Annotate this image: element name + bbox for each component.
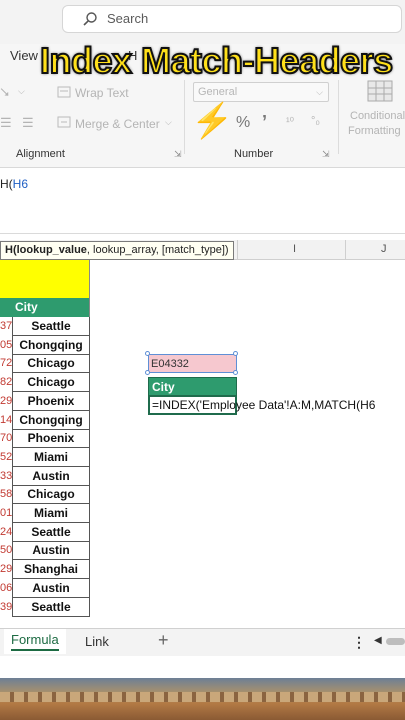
column-divider: [237, 240, 238, 260]
indent-increase-icon[interactable]: ☰: [22, 115, 34, 131]
merge-center-button[interactable]: Merge & Center: [75, 117, 160, 131]
conditional-formatting-icon: [367, 80, 393, 102]
formula-bar[interactable]: [0, 168, 405, 234]
city-cell[interactable]: Miami: [12, 504, 90, 523]
employee-id-cell[interactable]: 70: [0, 429, 12, 448]
id-column-header[interactable]: [0, 298, 12, 317]
selection-handle[interactable]: [233, 370, 238, 375]
decrease-decimal-button[interactable]: °₀: [311, 115, 320, 127]
city-cell[interactable]: Chicago: [12, 354, 90, 373]
orientation-icon[interactable]: ⭨: [0, 84, 9, 101]
employee-id-cell[interactable]: 05: [0, 336, 12, 355]
function-tooltip: H(lookup_value, lookup_array, [match_typ…: [0, 241, 234, 260]
employee-id-cell[interactable]: 24: [0, 523, 12, 542]
highlight-cell-block[interactable]: [0, 260, 90, 298]
employee-id-cell[interactable]: 58: [0, 485, 12, 504]
employee-id-cell[interactable]: 01: [0, 504, 12, 523]
tab-view[interactable]: View: [10, 48, 38, 63]
merge-chevron-icon[interactable]: ⌵: [165, 117, 172, 128]
column-header-i[interactable]: I: [293, 243, 296, 255]
comma-button[interactable]: ’: [262, 112, 267, 133]
employee-id-cell[interactable]: 29: [0, 392, 12, 411]
selection-handle[interactable]: [145, 351, 150, 356]
horizontal-scrollbar[interactable]: [386, 638, 405, 645]
city-cell[interactable]: Chicago: [12, 373, 90, 392]
column-header-j[interactable]: J: [381, 243, 387, 255]
city-cell[interactable]: Austin: [12, 467, 90, 486]
city-cell[interactable]: Austin: [12, 541, 90, 560]
employee-id-cell[interactable]: 52: [0, 448, 12, 467]
employee-id-cell[interactable]: 14: [0, 411, 12, 430]
lightning-icon: ⚡: [191, 102, 234, 140]
number-group-label: Number: [234, 148, 274, 160]
city-cell[interactable]: Chongqing: [12, 411, 90, 430]
merge-icon: [57, 116, 71, 128]
employee-id-cell[interactable]: 29: [0, 560, 12, 579]
alignment-launcher-icon[interactable]: ⇲: [174, 149, 182, 160]
number-launcher-icon[interactable]: ⇲: [322, 149, 330, 160]
selection-handle[interactable]: [145, 370, 150, 375]
search-icon: [83, 12, 97, 26]
city-cell[interactable]: Phoenix: [12, 429, 90, 448]
city-cell[interactable]: Phoenix: [12, 392, 90, 411]
sheet-tab-formula[interactable]: Formula: [4, 629, 66, 654]
scroll-left-icon[interactable]: ◀: [374, 635, 382, 646]
employee-id-cell[interactable]: 39: [0, 598, 12, 617]
sheet-tab-link[interactable]: Link: [85, 634, 109, 649]
number-format-select[interactable]: General ⌵: [193, 82, 329, 102]
add-sheet-button[interactable]: +: [158, 630, 169, 651]
city-cell[interactable]: Chicago: [12, 485, 90, 504]
employee-id-cell[interactable]: 82: [0, 373, 12, 392]
formula-bar-text[interactable]: H(H6: [0, 177, 28, 191]
city-cell[interactable]: Miami: [12, 448, 90, 467]
status-area: [0, 656, 405, 678]
chevron-down-icon[interactable]: ⌵: [18, 86, 25, 97]
conditional-formatting-button-line2[interactable]: Formatting: [348, 125, 401, 137]
group-divider: [184, 80, 185, 154]
group-divider: [338, 80, 339, 154]
alignment-group-label: Alignment: [16, 148, 65, 160]
increase-decimal-button[interactable]: ¹⁰: [286, 115, 294, 128]
city-cell[interactable]: Chongqing: [12, 336, 90, 355]
employee-id-cell[interactable]: 50: [0, 541, 12, 560]
wrap-text-button[interactable]: Wrap Text: [75, 86, 129, 100]
city-cell[interactable]: Austin: [12, 579, 90, 598]
percent-button[interactable]: %: [236, 114, 250, 132]
selection-handle[interactable]: [233, 351, 238, 356]
city-cell[interactable]: Seattle: [12, 598, 90, 617]
lookup-value-cell[interactable]: E04332: [148, 354, 237, 373]
more-options-icon[interactable]: ⋮: [352, 634, 366, 651]
employee-id-cell[interactable]: 72: [0, 354, 12, 373]
background-photo: [0, 678, 405, 720]
city-cell[interactable]: Shanghai: [12, 560, 90, 579]
in-cell-formula[interactable]: =INDEX('Employee Data'!A:M,MATCH(H6: [152, 398, 375, 412]
wrap-text-icon: [57, 86, 71, 98]
conditional-formatting-button[interactable]: Conditional: [350, 110, 405, 122]
employee-id-cell[interactable]: 06: [0, 579, 12, 598]
city-cell[interactable]: Seattle: [12, 523, 90, 542]
employee-id-cell[interactable]: 37: [0, 317, 12, 336]
indent-icon[interactable]: ☰: [0, 115, 12, 131]
city-cell[interactable]: Seattle: [12, 317, 90, 336]
video-title-overlay: Index Match-Headers: [39, 39, 394, 82]
result-header-cell[interactable]: City: [148, 377, 237, 396]
city-column-header[interactable]: City: [12, 298, 90, 317]
search-placeholder: Search: [107, 11, 149, 26]
employee-id-cell[interactable]: 33: [0, 467, 12, 486]
column-divider: [345, 240, 346, 260]
